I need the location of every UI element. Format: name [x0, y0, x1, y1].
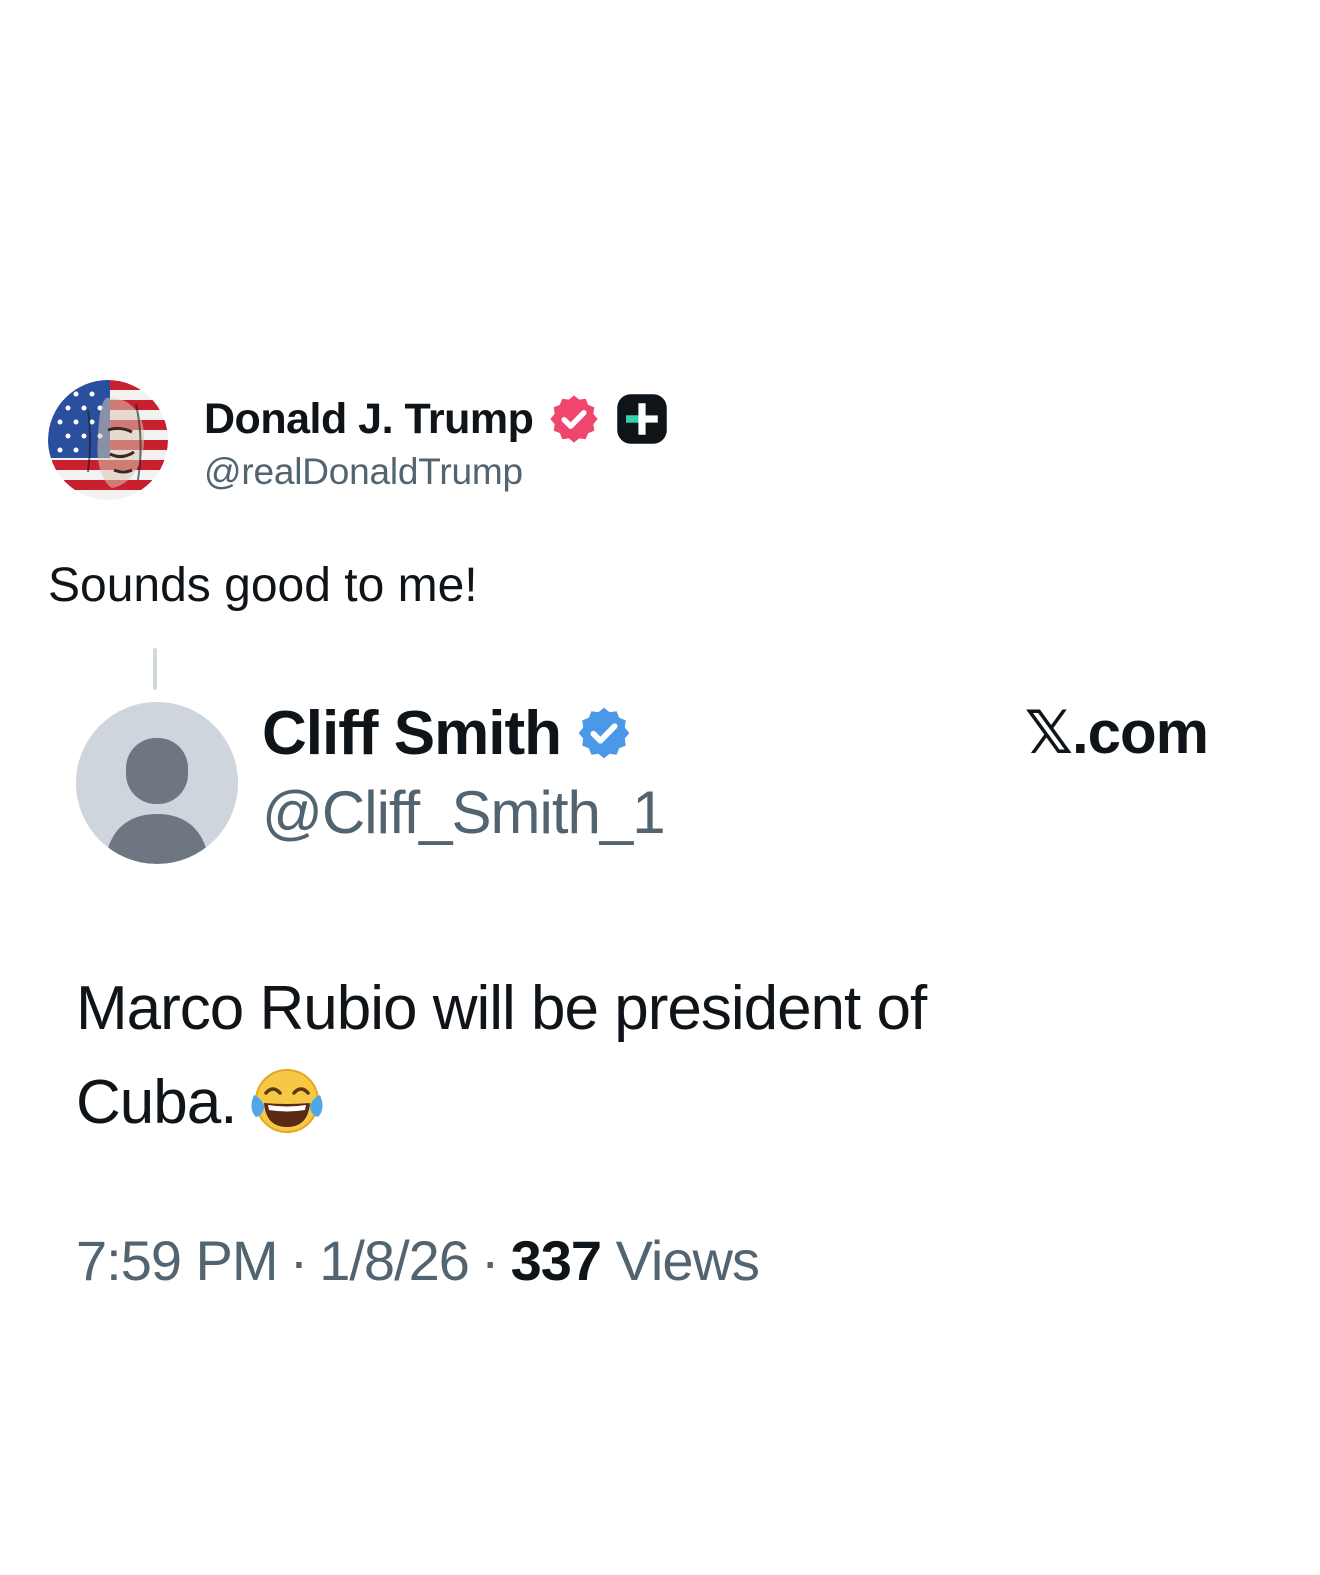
- quoted-post-text-line-1: Marco Rubio will be president of: [76, 974, 927, 1043]
- face-with-tears-of-joy-icon: [250, 1065, 324, 1162]
- thread-connector-line: [153, 648, 157, 690]
- quoted-author-avatar[interactable]: [76, 702, 238, 864]
- flag-portrait-avatar-image: [48, 380, 168, 500]
- meta-separator: ·: [480, 1229, 500, 1292]
- author-name-row: Donald J. Trump: [204, 389, 669, 449]
- post-date[interactable]: 1/8/26: [319, 1229, 470, 1292]
- quoted-author-handle[interactable]: @Cliff_Smith_1: [262, 778, 666, 847]
- verified-badge-icon: [575, 704, 633, 762]
- meta-separator: ·: [289, 1229, 309, 1292]
- post-time[interactable]: 7:59 PM: [76, 1229, 279, 1292]
- author-avatar[interactable]: [48, 380, 168, 500]
- quoted-author-name[interactable]: Cliff Smith: [262, 698, 562, 769]
- plus-badge-icon: [615, 392, 669, 446]
- author-name[interactable]: Donald J. Trump: [204, 395, 534, 444]
- quoted-post-meta: 7:59 PM · 1/8/26 · 337 Views: [76, 1228, 760, 1293]
- views-count: 337: [510, 1229, 602, 1292]
- views-label: Views: [615, 1229, 760, 1292]
- post-text: Sounds good to me!: [48, 559, 478, 612]
- quoted-post-text-line-2: Cuba.: [76, 1056, 1176, 1162]
- default-profile-icon: [76, 702, 238, 864]
- site-label: 𝕏.com: [1024, 699, 1209, 766]
- author-handle[interactable]: @realDonaldTrump: [204, 451, 523, 493]
- quoted-author-name-row: Cliff Smith: [262, 696, 633, 770]
- quoted-post-text: Marco Rubio will be president of Cuba.: [76, 962, 1176, 1162]
- verified-badge-icon: [547, 392, 601, 446]
- quoted-post-text-line-2-text: Cuba.: [76, 1068, 237, 1137]
